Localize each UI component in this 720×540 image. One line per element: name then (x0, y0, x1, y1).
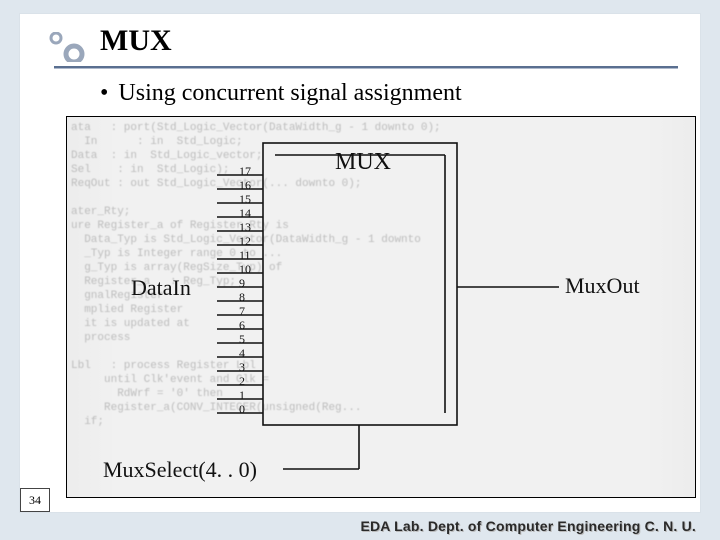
datain-line-number: 7 (239, 304, 245, 319)
datain-line-number: 15 (239, 192, 251, 207)
slide-body: MUX •Using concurrent signal assignment … (20, 14, 700, 512)
datain-line-number: 14 (239, 206, 251, 221)
datain-line-number: 6 (239, 318, 245, 333)
footer-text: EDA Lab. Dept. of Computer Engineering C… (360, 518, 696, 534)
datain-line-number: 16 (239, 178, 251, 193)
muxselect-label: MuxSelect(4. . 0) (103, 457, 257, 483)
datain-line-number: 17 (239, 164, 251, 179)
bullet-text: Using concurrent signal assignment (118, 80, 461, 106)
bullet-line: • Using concurrent signal assignment (100, 80, 462, 107)
datain-line-number: 8 (239, 290, 245, 305)
datain-line-number: 3 (239, 360, 245, 375)
datain-line-number: 9 (239, 276, 245, 291)
muxout-label: MuxOut (565, 273, 640, 299)
mux-figure: ata : port(Std_Logic_Vector(DataWidth_g … (66, 116, 696, 498)
page-number: 34 (20, 488, 50, 512)
datain-line-number: 12 (239, 234, 251, 249)
mux-box-label: MUX (335, 149, 391, 176)
datain-line-number: 0 (239, 402, 245, 417)
bullet-dot-icon: • (100, 80, 108, 106)
datain-line-number: 11 (239, 248, 251, 263)
page-title: MUX (100, 24, 172, 58)
datain-line-number: 5 (239, 332, 245, 347)
datain-line-number: 13 (239, 220, 251, 235)
title-underline (54, 66, 678, 69)
datain-line-number: 4 (239, 346, 245, 361)
datain-line-number: 10 (239, 262, 251, 277)
slide: MUX •Using concurrent signal assignment … (0, 0, 720, 540)
corner-decor-icon (48, 32, 92, 67)
datain-label: DataIn (131, 275, 191, 301)
datain-line-number: 2 (239, 374, 245, 389)
datain-line-number: 1 (239, 388, 245, 403)
